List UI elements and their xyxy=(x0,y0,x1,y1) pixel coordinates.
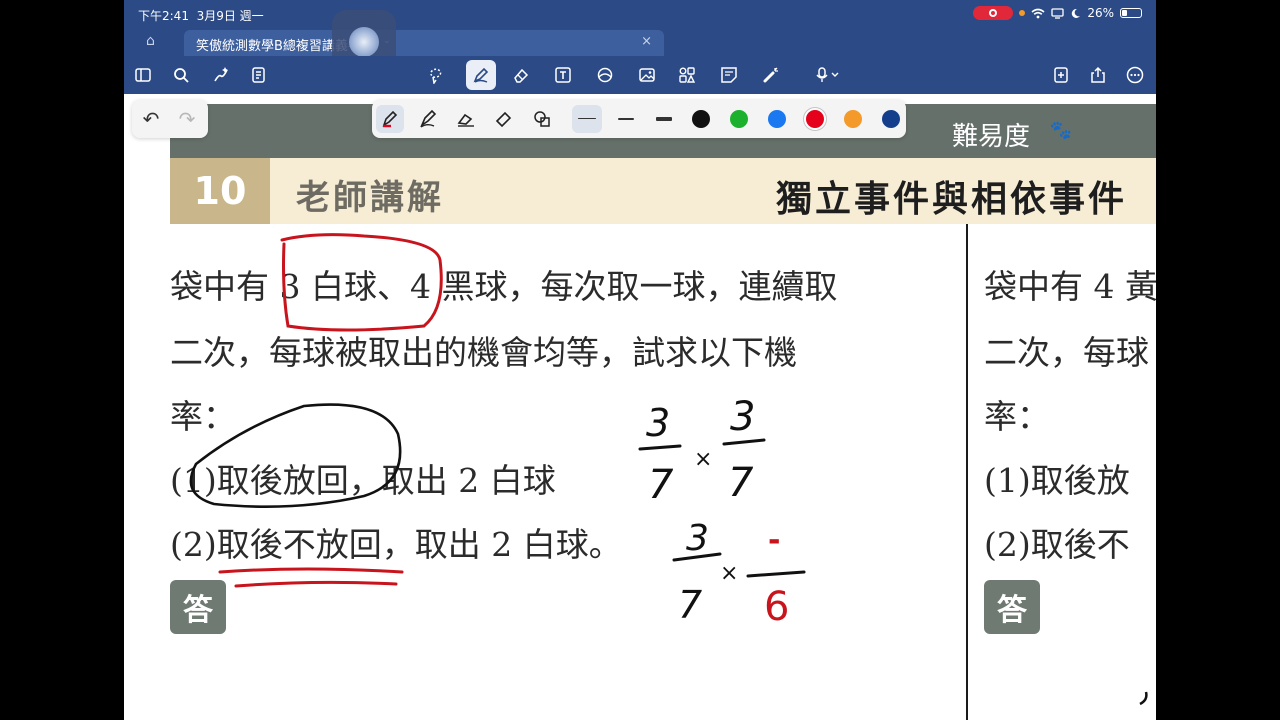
color-swatch-orange[interactable] xyxy=(844,110,862,128)
home-icon[interactable]: ⌂ xyxy=(146,33,155,49)
red-underline-annotation-2 xyxy=(234,580,398,588)
right-question-line-1: 袋中有 4 黃 xyxy=(984,267,1156,306)
right-question-line-3: 率： xyxy=(984,397,1050,436)
question-line-1: 袋中有 3 白球、4 黑球，每次取一球，連續取 xyxy=(170,267,838,306)
add-page-icon[interactable] xyxy=(1050,64,1072,86)
tab-bar: ⌂ 笑傲統測數學B總複習講義-三乙 ⌄ × xyxy=(124,28,1156,56)
elements-icon[interactable] xyxy=(676,64,698,86)
laser-pointer-icon[interactable] xyxy=(760,64,782,86)
fraction-bar-1 xyxy=(638,444,682,451)
status-time: 下午2:41 xyxy=(138,9,189,23)
hw1-den1: 7 xyxy=(648,462,674,508)
lasso-icon[interactable] xyxy=(424,64,446,86)
right-question-item-2: (2)取後不 xyxy=(984,525,1130,564)
color-swatch-red[interactable] xyxy=(806,110,824,128)
brush-pen-tool-icon[interactable] xyxy=(452,105,480,133)
battery-icon xyxy=(1120,8,1142,18)
thin-line-icon xyxy=(578,118,596,119)
image-icon[interactable] xyxy=(636,64,658,86)
hw1-op: × xyxy=(694,447,712,472)
battery-percent: 26% xyxy=(1087,6,1114,20)
medium-line-icon[interactable] xyxy=(618,118,634,120)
status-date: 3月9日 週一 xyxy=(196,9,264,23)
sidebar-icon[interactable] xyxy=(132,64,154,86)
fountain-pen-tool-icon[interactable] xyxy=(376,105,404,133)
screen-recording-icon[interactable] xyxy=(973,6,1014,20)
fraction-bar-4 xyxy=(746,570,806,578)
status-bar: 下午2:41 3月9日 週一 26% xyxy=(124,0,1156,28)
thick-line-icon[interactable] xyxy=(656,117,672,121)
pen-icon[interactable] xyxy=(466,60,496,90)
question-header: 10 老師講解 獨立事件與相依事件 xyxy=(170,158,1156,224)
question-item-2: (2)取後不放回，取出 2 白球。 xyxy=(170,525,622,564)
hw2-num2: - xyxy=(768,523,780,558)
redo-icon[interactable]: ↷ xyxy=(176,109,198,129)
color-swatch-navy[interactable] xyxy=(882,110,900,128)
answer-badge: 答 xyxy=(170,580,226,634)
sticky-note-icon[interactable] xyxy=(718,64,740,86)
topic-title: 獨立事件與相依事件 xyxy=(776,179,1128,220)
highlighter-tool-icon[interactable] xyxy=(490,105,518,133)
undo-icon[interactable]: ↶ xyxy=(140,109,162,129)
sparkle-icon[interactable] xyxy=(210,64,232,86)
screen-mirroring-icon xyxy=(1051,7,1064,19)
hw1-den2: 7 xyxy=(728,460,754,506)
difficulty-label: 難易度 xyxy=(951,122,1030,152)
hw1-num2: 3 xyxy=(730,394,755,440)
text-icon[interactable] xyxy=(552,64,574,86)
lecture-label: 老師講解 xyxy=(296,178,444,218)
question-number: 10 xyxy=(170,158,270,224)
microphone-icon[interactable] xyxy=(810,64,850,86)
hw2-den1: 7 xyxy=(678,583,702,627)
document-icon[interactable] xyxy=(248,64,270,86)
share-icon[interactable] xyxy=(1087,64,1109,86)
pen-palette xyxy=(372,100,906,138)
red-underline-annotation xyxy=(218,567,404,574)
right-question-item-1: (1)取後放 xyxy=(984,461,1130,500)
edge-scribble xyxy=(1139,691,1148,706)
close-tab-icon[interactable]: × xyxy=(641,34,652,49)
ipad-screen: 下午2:41 3月9日 週一 26% ⌂ 笑傲統測數學B總複習講義-三乙 ⌄ × xyxy=(124,0,1156,720)
color-swatch-green[interactable] xyxy=(730,110,748,128)
paw-print-icon: 🐾 xyxy=(1049,120,1074,141)
shape-tool-icon[interactable] xyxy=(528,105,556,133)
fraction-bar-2 xyxy=(722,438,766,446)
document-page[interactable]: 難易度 🐾 10 老師講解 獨立事件與相依事件 袋中有 3 白球、4 黑球，每次… xyxy=(124,94,1156,720)
more-icon[interactable] xyxy=(1124,64,1146,86)
document-tab[interactable]: 笑傲統測數學B總複習講義-三乙 ⌄ × xyxy=(184,30,664,56)
ballpoint-pen-tool-icon[interactable] xyxy=(414,105,442,133)
mic-in-use-indicator-icon xyxy=(1019,10,1026,16)
line-width-selected[interactable] xyxy=(572,105,602,133)
color-swatch-blue[interactable] xyxy=(768,110,786,128)
hw1-num1: 3 xyxy=(646,401,670,445)
column-divider xyxy=(966,224,968,720)
moon-icon xyxy=(1072,8,1081,18)
color-swatch-black[interactable] xyxy=(692,110,710,128)
question-item-1: (1)取後放回，取出 2 白球 xyxy=(170,461,556,500)
right-question-line-2: 二次，每球 xyxy=(984,333,1149,372)
question-line-3: 率： xyxy=(170,397,236,436)
hw2-den2: 6 xyxy=(764,584,789,630)
app-toolbar xyxy=(124,56,1156,94)
eraser-icon[interactable] xyxy=(510,64,532,86)
wifi-icon xyxy=(1031,8,1045,18)
undo-redo-panel: ↶ ↷ xyxy=(132,100,208,138)
search-icon[interactable] xyxy=(170,64,192,86)
hw2-num1: 3 xyxy=(686,518,709,559)
question-line-2: 二次，每球被取出的機會均等，試求以下機 xyxy=(170,333,797,372)
shapes-icon[interactable] xyxy=(594,64,616,86)
fraction-bar-3 xyxy=(672,552,722,562)
hw2-op: × xyxy=(720,561,738,586)
right-answer-badge: 答 xyxy=(984,580,1040,634)
